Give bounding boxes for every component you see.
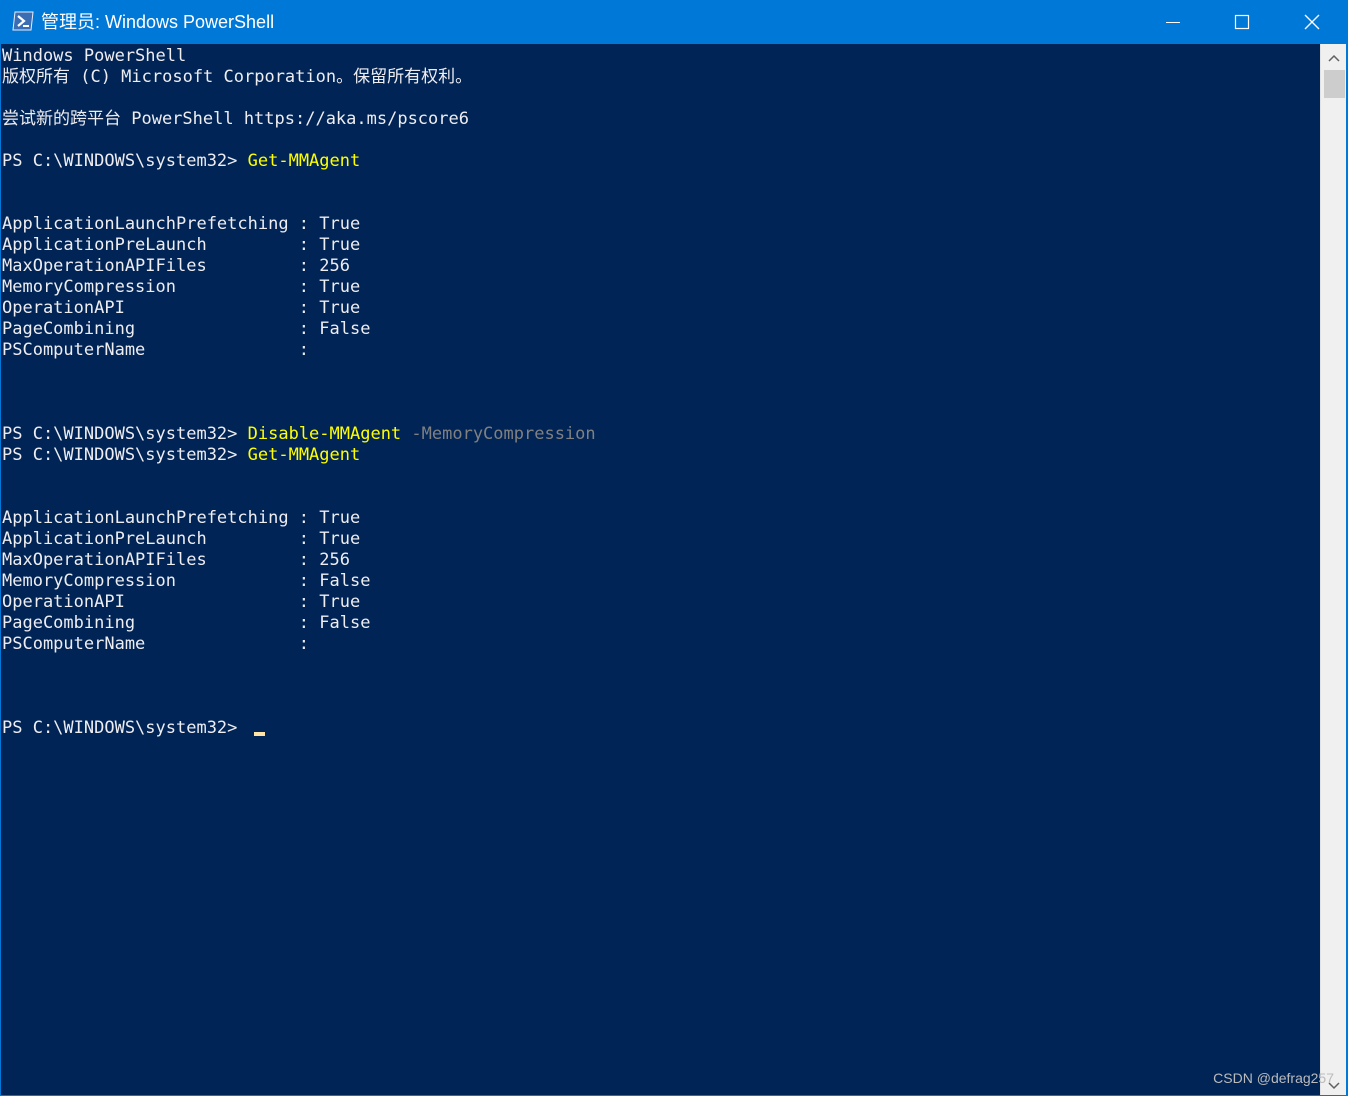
maximize-icon — [1234, 14, 1250, 30]
maximize-button[interactable] — [1207, 0, 1277, 44]
minimize-icon — [1165, 14, 1181, 30]
close-button[interactable] — [1277, 0, 1347, 44]
vertical-scrollbar[interactable] — [1320, 44, 1347, 1096]
chevron-up-icon — [1328, 47, 1340, 66]
command: Get-MMAgent — [247, 445, 361, 465]
scroll-up-button[interactable] — [1321, 44, 1347, 68]
output-line: PageCombining : False — [2, 613, 371, 633]
close-icon — [1303, 13, 1321, 31]
prompt-line: PS C:\WINDOWS\system32> Get-MMAgent — [2, 445, 360, 466]
scrollbar-thumb[interactable] — [1324, 70, 1345, 98]
prompt: PS C:\WINDOWS\system32> — [2, 718, 248, 738]
prompt-line: PS C:\WINDOWS\system32> Disable-MMAgent … — [2, 424, 596, 445]
output-line: PageCombining : False — [2, 319, 371, 339]
minimize-button[interactable] — [1138, 0, 1208, 44]
console-output[interactable]: Windows PowerShell 版权所有 (C) Microsoft Co… — [0, 44, 1320, 1096]
command: Get-MMAgent — [247, 151, 361, 171]
console-line: Windows PowerShell — [2, 46, 187, 66]
console-line: 尝试新的跨平台 PowerShell https://aka.ms/pscore… — [2, 109, 469, 129]
window-border-left — [0, 44, 1, 1096]
output-line: MaxOperationAPIFiles : 256 — [2, 550, 350, 570]
output-line: MemoryCompression : True — [2, 277, 361, 297]
prompt-line: PS C:\WINDOWS\system32> Get-MMAgent — [2, 151, 360, 172]
window-title: 管理员: Windows PowerShell — [41, 12, 275, 32]
powershell-icon[interactable] — [12, 11, 34, 31]
output-line: ApplicationPreLaunch : True — [2, 529, 361, 549]
current-prompt-line[interactable]: PS C:\WINDOWS\system32> — [2, 718, 265, 739]
output-line: MemoryCompression : False — [2, 571, 371, 591]
output-line: OperationAPI : True — [2, 592, 361, 612]
output-line: OperationAPI : True — [2, 298, 361, 318]
output-line: PSComputerName : — [2, 634, 310, 654]
title-bar[interactable]: 管理员: Windows PowerShell — [0, 0, 1348, 44]
watermark: CSDN @defrag257 — [1213, 1070, 1334, 1086]
console-line: 版权所有 (C) Microsoft Corporation。保留所有权利。 — [2, 67, 473, 87]
prompt: PS C:\WINDOWS\system32> — [2, 151, 248, 171]
command-parameter: -MemoryCompression — [401, 424, 596, 444]
output-line: ApplicationLaunchPrefetching : True — [2, 214, 361, 234]
prompt: PS C:\WINDOWS\system32> — [2, 445, 248, 465]
command: Disable-MMAgent — [247, 424, 402, 444]
output-line: MaxOperationAPIFiles : 256 — [2, 256, 350, 276]
prompt: PS C:\WINDOWS\system32> — [2, 424, 248, 444]
text-cursor — [253, 732, 265, 736]
output-line: ApplicationPreLaunch : True — [2, 235, 361, 255]
output-line: PSComputerName : — [2, 340, 310, 360]
output-line: ApplicationLaunchPrefetching : True — [2, 508, 361, 528]
